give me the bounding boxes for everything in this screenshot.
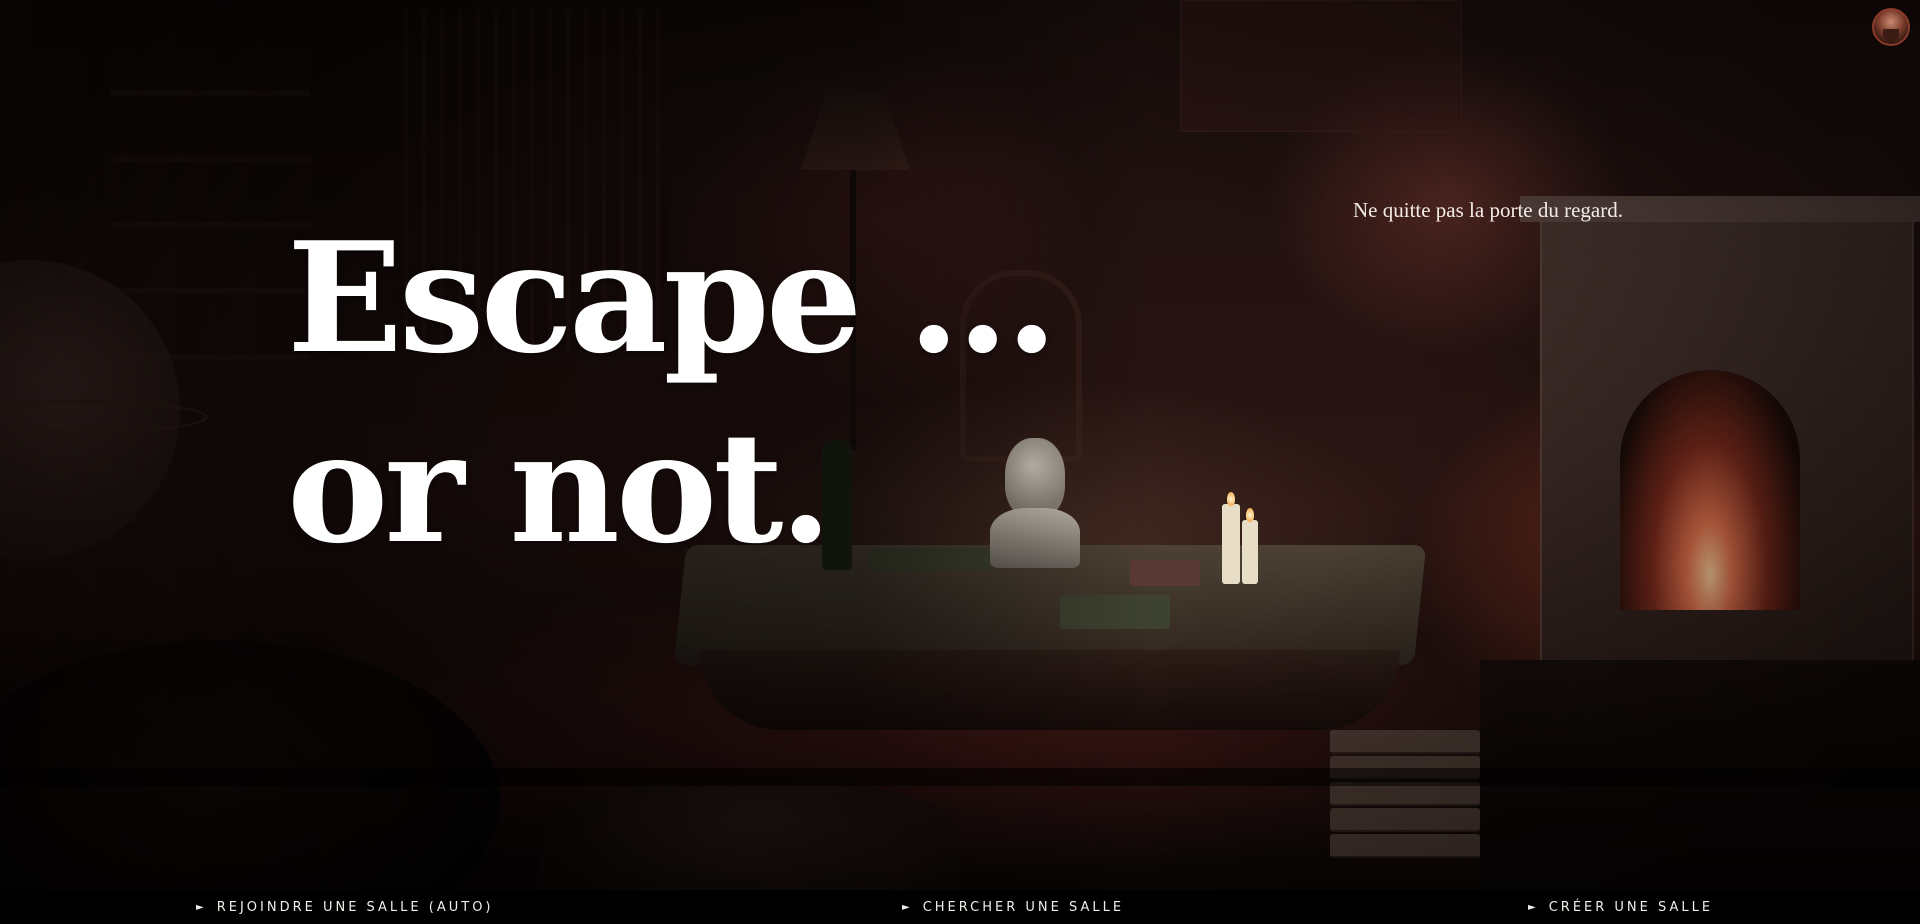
tagline: Ne quitte pas la porte du regard. [1353, 198, 1623, 222]
hero-title-line-1: Escape ... [287, 208, 1058, 387]
avatar-beard [1883, 29, 1899, 42]
join-room-auto-label: REJOINDRE UNE SALLE (AUTO) [216, 900, 494, 915]
user-avatar-icon[interactable] [1872, 8, 1910, 46]
hero-title-line-2: or not. [287, 398, 832, 577]
play-triangle-icon: ► [902, 902, 913, 913]
letterbox-band [0, 768, 1920, 786]
create-room-link[interactable]: ► CRÉER UNE SALLE [1528, 900, 1713, 915]
search-room-label: CHERCHER UNE SALLE [922, 900, 1125, 915]
join-room-auto-link[interactable]: ► REJOINDRE UNE SALLE (AUTO) [196, 900, 494, 915]
play-triangle-icon: ► [1528, 902, 1539, 913]
play-triangle-icon: ► [196, 902, 207, 913]
search-room-link[interactable]: ► CHERCHER UNE SALLE [902, 900, 1124, 915]
create-room-label: CRÉER UNE SALLE [1548, 900, 1714, 915]
